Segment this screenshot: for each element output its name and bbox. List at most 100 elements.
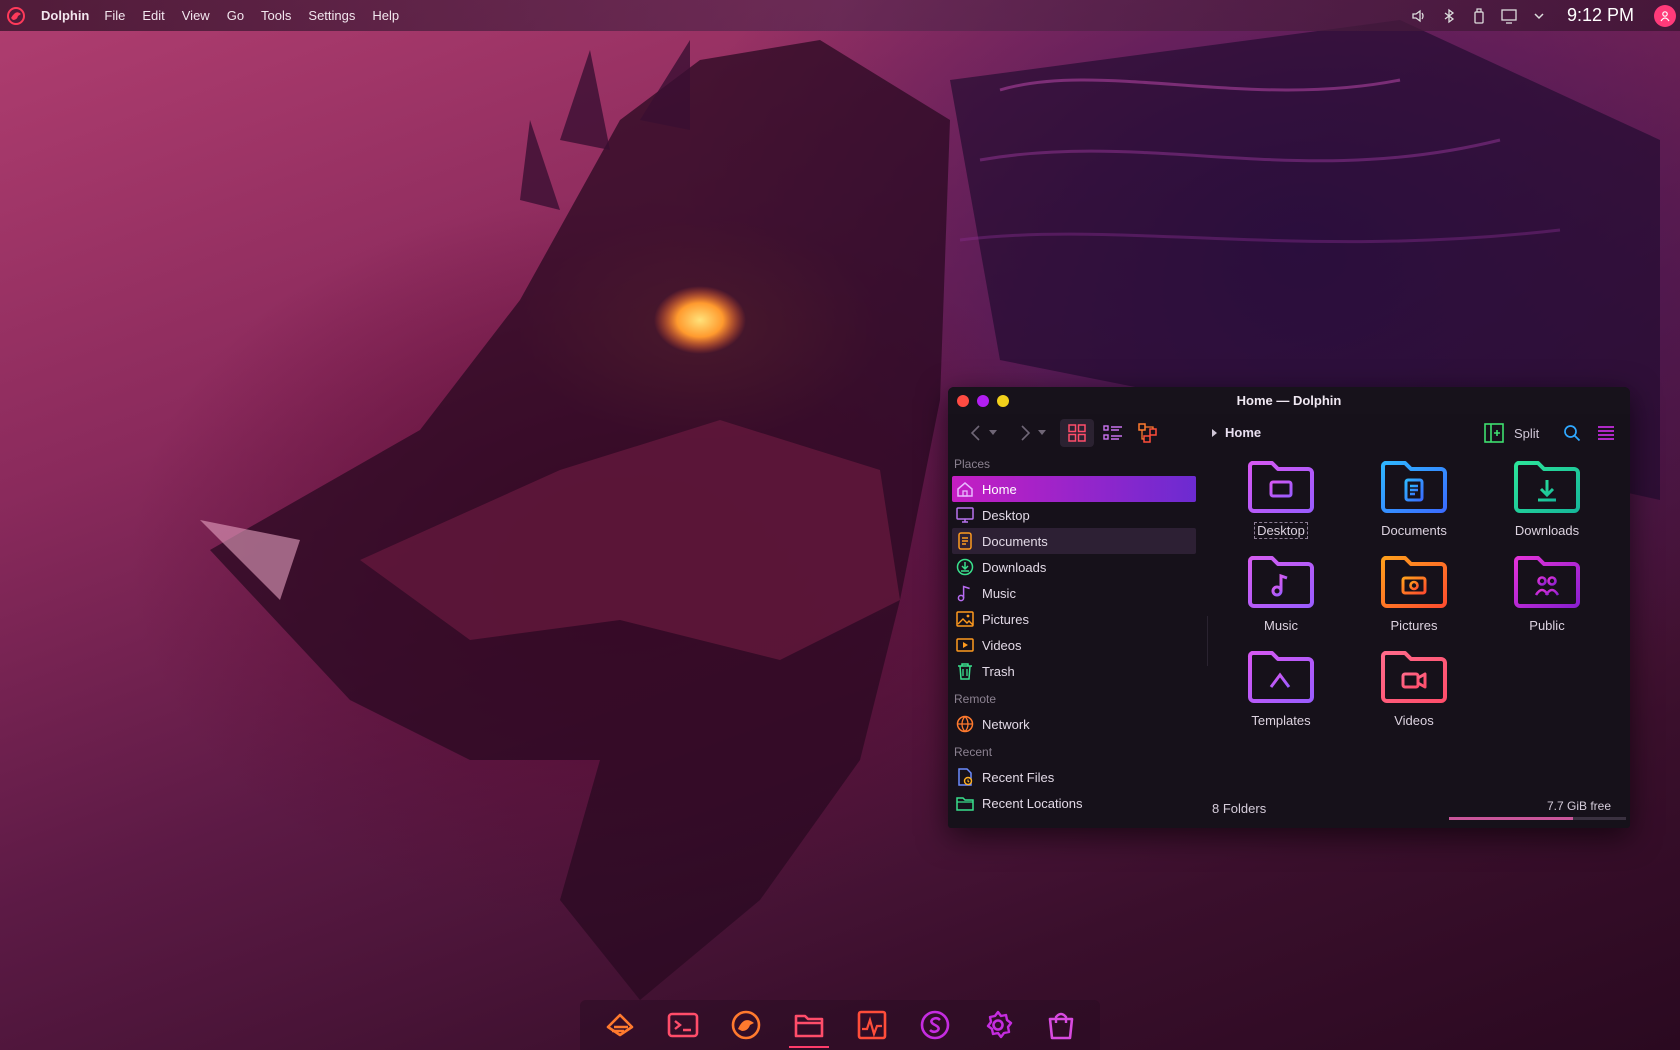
clock[interactable]: 9:12 PM	[1567, 5, 1634, 26]
back-button[interactable]	[966, 419, 986, 447]
breadcrumb[interactable]: Home	[1212, 425, 1261, 440]
folder-pictures[interactable]: Pictures	[1359, 550, 1469, 635]
split-view-icon[interactable]	[1482, 419, 1506, 447]
folder-videos[interactable]: Videos	[1359, 645, 1469, 730]
sidebar-item-pictures[interactable]: Pictures	[952, 606, 1196, 632]
tree-view-button[interactable]	[1133, 419, 1163, 447]
sidebar-item-label: Recent Files	[982, 769, 1055, 785]
forward-button[interactable]	[1015, 419, 1035, 447]
sidebar-item-label: Home	[982, 481, 1017, 497]
home-icon	[955, 479, 975, 499]
music-icon	[955, 583, 975, 603]
file-manager-icon[interactable]	[784, 1002, 834, 1048]
sidebar-item-recent-locations[interactable]: Recent Locations	[952, 790, 1196, 816]
terminal-icon[interactable]	[658, 1002, 708, 1048]
folder-label: Documents	[1381, 523, 1447, 538]
sidebar-item-downloads[interactable]: Downloads	[952, 554, 1196, 580]
search-icon[interactable]	[1560, 419, 1584, 447]
menu-settings[interactable]: Settings	[308, 8, 355, 23]
folder-count-status: 8 Folders	[1212, 801, 1267, 816]
recent-locations-icon	[955, 793, 975, 813]
section-recent-label: Recent	[954, 745, 993, 759]
shortcut-app-icon[interactable]	[595, 1002, 645, 1048]
folder-public[interactable]: Public	[1492, 550, 1602, 635]
sidebar-item-music[interactable]: Music	[952, 580, 1196, 606]
downloads-icon	[955, 557, 975, 577]
places-panel: Places Home Desktop Documents Downloads	[948, 452, 1200, 828]
templates-folder-icon	[1247, 651, 1314, 703]
pictures-folder-icon	[1380, 556, 1447, 608]
breadcrumb-home[interactable]: Home	[1225, 425, 1261, 440]
hamburger-menu-icon[interactable]	[1594, 419, 1618, 447]
system-tray: 9:12 PM	[1397, 0, 1680, 31]
top-panel: Dolphin File Edit View Go Tools Settings…	[0, 0, 1680, 31]
window-titlebar[interactable]: Home — Dolphin	[948, 387, 1630, 414]
back-history-chevron-icon[interactable]	[986, 419, 1000, 447]
user-avatar[interactable]	[1654, 4, 1676, 27]
free-space-bar[interactable]	[1449, 817, 1626, 820]
sidebar-item-recent-files[interactable]: Recent Files	[952, 764, 1196, 790]
folder-label: Music	[1264, 618, 1298, 633]
sidebar-item-videos[interactable]: Videos	[952, 632, 1196, 658]
folder-downloads[interactable]: Downloads	[1492, 455, 1602, 540]
folder-label: Public	[1529, 618, 1565, 633]
menu-go[interactable]: Go	[227, 8, 244, 23]
desktop-folder-icon	[1247, 461, 1314, 513]
videos-icon	[955, 635, 975, 655]
sidebar-item-network[interactable]: Network	[952, 711, 1196, 737]
details-view-button[interactable]	[1098, 419, 1128, 447]
store-icon[interactable]	[1036, 1002, 1086, 1048]
dock	[580, 1000, 1100, 1050]
menu-view[interactable]: View	[182, 8, 210, 23]
pictures-icon	[955, 609, 975, 629]
volume-icon[interactable]	[1411, 8, 1427, 24]
section-remote-label: Remote	[954, 692, 997, 706]
split-button-label[interactable]: Split	[1514, 426, 1539, 441]
sidebar-item-label: Downloads	[982, 559, 1047, 575]
bluetooth-icon[interactable]	[1441, 8, 1457, 24]
network-icon	[955, 714, 975, 734]
folder-label: Pictures	[1390, 618, 1438, 633]
folder-documents[interactable]: Documents	[1359, 455, 1469, 540]
sidebar-item-desktop[interactable]: Desktop	[952, 502, 1196, 528]
active-app-name: Dolphin	[41, 8, 90, 23]
sidebar-item-label: Desktop	[982, 507, 1030, 523]
recent-files-icon	[955, 767, 975, 787]
sidebar-item-label: Pictures	[982, 611, 1029, 627]
usb-drive-icon[interactable]	[1471, 7, 1487, 24]
menu-file[interactable]: File	[104, 8, 125, 23]
minimize-button[interactable]	[977, 394, 989, 407]
system-monitor-icon[interactable]	[847, 1002, 897, 1048]
desktop-icon	[955, 505, 975, 525]
trash-icon	[955, 661, 975, 681]
menu-help[interactable]: Help	[372, 8, 399, 23]
dragon-logo-icon[interactable]	[5, 5, 27, 27]
free-space-status[interactable]: 7.7 GiB free	[1504, 799, 1630, 813]
sidebar-item-label: Documents	[982, 533, 1048, 549]
music-folder-icon	[1247, 556, 1314, 608]
icons-view-button[interactable]	[1060, 419, 1094, 447]
forward-history-chevron-icon[interactable]	[1035, 419, 1049, 447]
maximize-button[interactable]	[997, 394, 1009, 407]
folder-desktop[interactable]: Desktop	[1226, 455, 1336, 540]
folder-label: Desktop	[1254, 522, 1308, 539]
folder-label: Videos	[1394, 713, 1434, 728]
toolbar: Home Split	[948, 414, 1630, 452]
display-icon[interactable]	[1501, 8, 1517, 24]
chevron-down-icon[interactable]	[1531, 8, 1547, 24]
folder-templates[interactable]: Templates	[1226, 645, 1336, 730]
dolphin-window: Home — Dolphin Home Split Places Home De…	[948, 387, 1630, 828]
dragon-browser-icon[interactable]	[721, 1002, 771, 1048]
sidebar-item-label: Videos	[982, 637, 1022, 653]
sidebar-item-documents[interactable]: Documents	[952, 528, 1196, 554]
folder-music[interactable]: Music	[1226, 550, 1336, 635]
sidebar-item-home[interactable]: Home	[952, 476, 1196, 502]
menu-tools[interactable]: Tools	[261, 8, 291, 23]
settings-icon[interactable]	[973, 1002, 1023, 1048]
folder-label: Downloads	[1514, 523, 1580, 538]
menu-edit[interactable]: Edit	[142, 8, 164, 23]
s-app-icon[interactable]	[910, 1002, 960, 1048]
sidebar-item-trash[interactable]: Trash	[952, 658, 1196, 684]
close-button[interactable]	[957, 394, 969, 407]
breadcrumb-arrow-icon	[1212, 428, 1217, 437]
